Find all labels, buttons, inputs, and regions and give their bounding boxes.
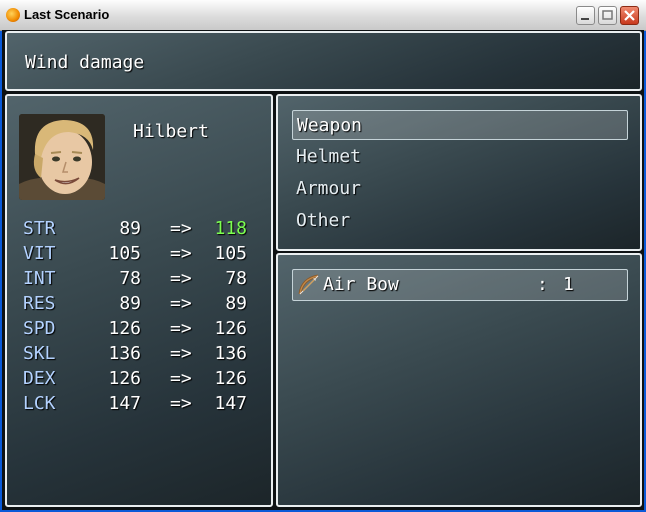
stat-current: 126 [108, 318, 141, 339]
item-count: 1 [563, 274, 574, 295]
actor-portrait [19, 114, 105, 200]
stat-current: 147 [108, 393, 141, 414]
equip-slot-window: Weapon Helmet Armour Other [276, 94, 642, 251]
actor-status-window: Hilbert STR 89 => 118 VIT 105 => 105 INT… [5, 94, 273, 507]
stat-arrow: => [170, 243, 192, 264]
maximize-button[interactable] [598, 6, 617, 25]
item-list-window: Air Bow : 1 [276, 253, 642, 507]
stat-current: 126 [108, 368, 141, 389]
stat-row-skl: SKL 136 => 136 [23, 343, 247, 367]
stat-current: 136 [108, 343, 141, 364]
stat-row-int: INT 78 => 78 [23, 268, 247, 292]
window-title: Last Scenario [24, 7, 110, 22]
stat-new: 89 [225, 293, 247, 314]
item-separator: : [537, 274, 548, 295]
help-text: Wind damage [25, 52, 145, 73]
stat-row-dex: DEX 126 => 126 [23, 368, 247, 392]
stat-arrow: => [170, 368, 192, 389]
stat-label: LCK [23, 393, 56, 414]
stat-arrow: => [170, 318, 192, 339]
stat-new: 136 [214, 343, 247, 364]
game-window: Last Scenario Wind damage Hilbert STR 89… [0, 0, 646, 512]
item-row-air-bow[interactable]: Air Bow : 1 [292, 269, 628, 301]
stat-new: 147 [214, 393, 247, 414]
stat-arrow: => [170, 218, 192, 239]
stat-arrow: => [170, 393, 192, 414]
stat-label: DEX [23, 368, 56, 389]
stat-label: INT [23, 268, 56, 289]
stat-current: 89 [119, 218, 141, 239]
stat-row-spd: SPD 126 => 126 [23, 318, 247, 342]
stat-new: 126 [214, 318, 247, 339]
item-name: Air Bow [323, 274, 399, 295]
maximize-icon [602, 10, 613, 20]
slot-other[interactable]: Other [292, 206, 628, 236]
stat-label: RES [23, 293, 56, 314]
stat-new: 78 [225, 268, 247, 289]
bow-icon [297, 273, 321, 297]
stat-label: STR [23, 218, 56, 239]
stat-current: 105 [108, 243, 141, 264]
stat-row-vit: VIT 105 => 105 [23, 243, 247, 267]
app-icon [6, 8, 20, 22]
stat-row-lck: LCK 147 => 147 [23, 393, 247, 417]
close-button[interactable] [620, 6, 639, 25]
title-bar[interactable]: Last Scenario [0, 0, 646, 31]
stat-new: 126 [214, 368, 247, 389]
slot-armour[interactable]: Armour [292, 174, 628, 204]
stat-arrow: => [170, 343, 192, 364]
slot-helmet[interactable]: Helmet [292, 142, 628, 172]
stat-row-res: RES 89 => 89 [23, 293, 247, 317]
stat-label: SKL [23, 343, 56, 364]
close-icon [624, 10, 635, 21]
stat-current: 89 [119, 293, 141, 314]
stat-new: 105 [214, 243, 247, 264]
stat-new: 118 [214, 218, 247, 239]
slot-weapon[interactable]: Weapon [292, 110, 628, 140]
stat-label: VIT [23, 243, 56, 264]
actor-name: Hilbert [133, 121, 209, 142]
stat-arrow: => [170, 268, 192, 289]
minimize-icon [581, 18, 589, 20]
help-window: Wind damage [5, 31, 642, 91]
stat-label: SPD [23, 318, 56, 339]
stat-current: 78 [119, 268, 141, 289]
stat-row-str: STR 89 => 118 [23, 218, 247, 242]
game-screen: Wind damage Hilbert STR 89 => 118 VIT 10… [2, 30, 644, 510]
minimize-button[interactable] [576, 6, 595, 25]
stat-arrow: => [170, 293, 192, 314]
